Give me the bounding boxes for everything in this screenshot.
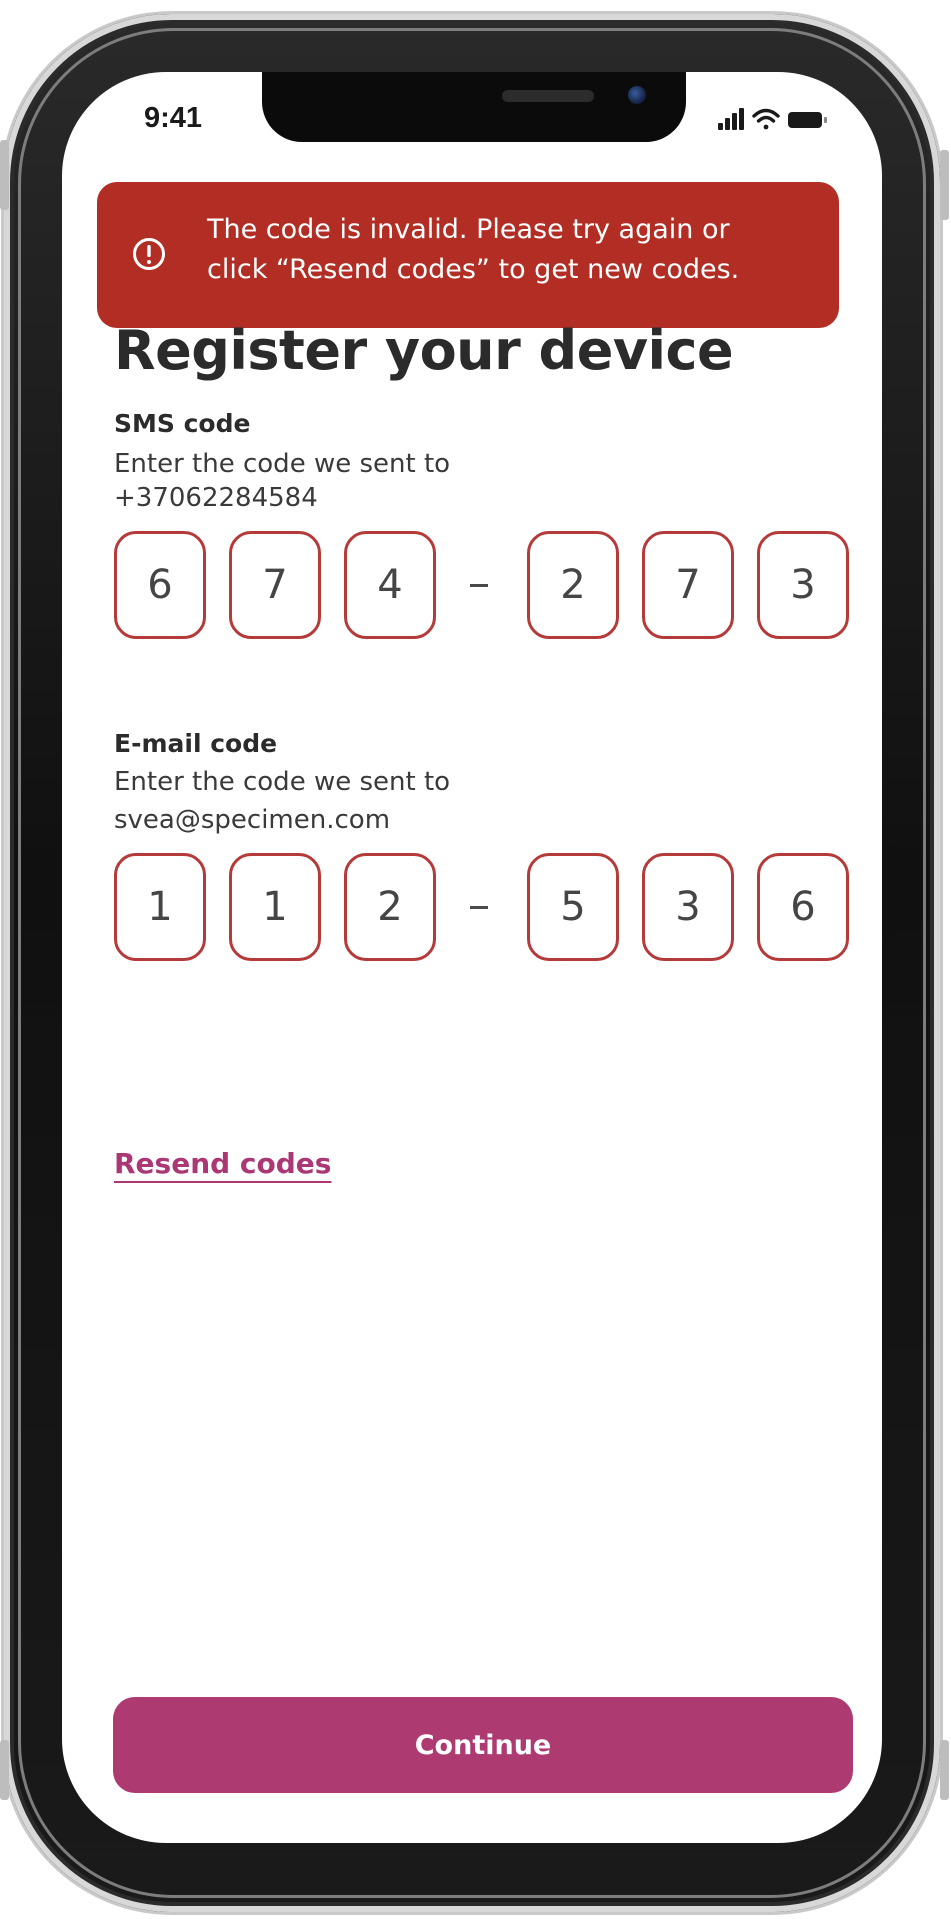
email-code-destination: svea@specimen.com bbox=[114, 805, 391, 835]
sms-code-digit[interactable]: 7 bbox=[642, 531, 734, 639]
sms-code-description: Enter the code we sent to bbox=[114, 449, 451, 479]
sms-code-label: SMS code bbox=[114, 409, 251, 438]
phone-left-button bbox=[0, 140, 9, 210]
resend-codes-link[interactable]: Resend codes bbox=[114, 1147, 331, 1180]
email-code-digit[interactable]: 1 bbox=[114, 853, 206, 961]
page-title: Register your device bbox=[114, 319, 734, 382]
front-camera bbox=[628, 86, 646, 104]
phone-left-button bbox=[0, 1740, 9, 1800]
wifi-icon bbox=[752, 108, 780, 130]
email-code-digit[interactable]: 3 bbox=[642, 853, 734, 961]
email-code-label: E-mail code bbox=[114, 729, 278, 758]
email-code-description: Enter the code we sent to bbox=[114, 767, 451, 797]
code-separator bbox=[470, 906, 488, 909]
phone-right-button bbox=[940, 150, 949, 220]
sms-code-digit[interactable]: 4 bbox=[344, 531, 436, 639]
email-code-digit[interactable]: 5 bbox=[527, 853, 619, 961]
error-message-line: click “Resend codes” to get new codes. bbox=[207, 254, 740, 285]
alert-circle-icon bbox=[133, 238, 165, 270]
status-icons bbox=[718, 106, 828, 132]
sms-code-destination: +37062284584 bbox=[114, 483, 318, 513]
sms-code-input: 6 7 4 2 7 3 bbox=[114, 531, 854, 643]
status-time: 9:41 bbox=[144, 102, 203, 134]
email-code-digit[interactable]: 2 bbox=[344, 853, 436, 961]
sms-code-digit[interactable]: 7 bbox=[229, 531, 321, 639]
phone-right-button bbox=[940, 1740, 949, 1800]
signal-icon bbox=[718, 108, 744, 130]
notch bbox=[262, 72, 686, 142]
email-code-digit[interactable]: 1 bbox=[229, 853, 321, 961]
email-code-digit[interactable]: 6 bbox=[757, 853, 849, 961]
sms-code-digit[interactable]: 3 bbox=[757, 531, 849, 639]
phone-screen: 9:41 The code is invalid. Please try aga… bbox=[62, 72, 882, 1843]
error-message-line: The code is invalid. Please try again or bbox=[207, 214, 730, 245]
error-message: The code is invalid. Please try again or… bbox=[207, 210, 817, 290]
sms-code-digit[interactable]: 2 bbox=[527, 531, 619, 639]
code-separator bbox=[470, 584, 488, 587]
continue-button[interactable]: Continue bbox=[113, 1697, 853, 1793]
sms-code-digit[interactable]: 6 bbox=[114, 531, 206, 639]
email-code-input: 1 1 2 5 3 6 bbox=[114, 853, 854, 965]
battery-icon bbox=[788, 112, 827, 128]
error-banner: The code is invalid. Please try again or… bbox=[97, 182, 839, 328]
speaker-grille bbox=[502, 90, 594, 102]
